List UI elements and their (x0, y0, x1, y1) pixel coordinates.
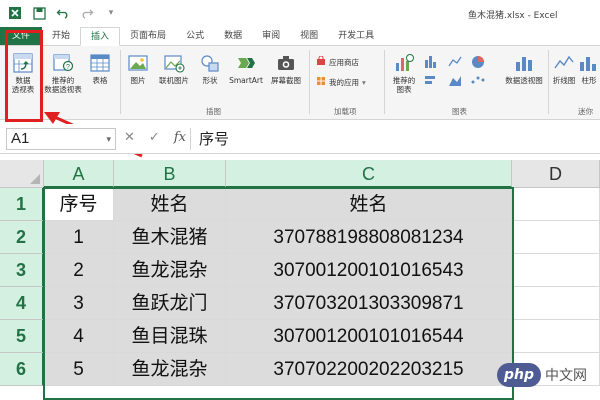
insert-function-icon[interactable]: fx (174, 130, 186, 145)
row-header-4[interactable]: 4 (0, 287, 44, 320)
column-header-c[interactable]: C (226, 160, 512, 188)
cell-a6[interactable]: 5 (44, 353, 114, 386)
cell-c6[interactable]: 370702200202203215 (226, 353, 512, 386)
column-header-a[interactable]: A (44, 160, 114, 188)
formula-controls: ✕ ✓ fx (124, 130, 186, 145)
watermark-text: 中文网 (545, 368, 587, 384)
cell-a5[interactable]: 4 (44, 320, 114, 353)
cell-c4[interactable]: 370703201303309871 (226, 287, 512, 320)
cell-a2[interactable]: 1 (44, 221, 114, 254)
cell-b4[interactable]: 鱼跃龙门 (114, 287, 226, 320)
cell-a1[interactable]: 序号 (44, 188, 114, 221)
cell-c2[interactable]: 370788198808081234 (226, 221, 512, 254)
cell-a4[interactable]: 3 (44, 287, 114, 320)
php-logo: php (497, 363, 541, 387)
chevron-down-icon[interactable]: ▾ (106, 129, 111, 149)
cell-b6[interactable]: 鱼龙混杂 (114, 353, 226, 386)
cell-d4[interactable] (512, 287, 600, 320)
cell-c3[interactable]: 307001200101016543 (226, 254, 512, 287)
row-header-3[interactable]: 3 (0, 254, 44, 287)
cell-c5[interactable]: 307001200101016544 (226, 320, 512, 353)
cell-d5[interactable] (512, 320, 600, 353)
cell-d3[interactable] (512, 254, 600, 287)
formula-input[interactable]: 序号 (190, 128, 598, 150)
cell-b3[interactable]: 鱼龙混杂 (114, 254, 226, 287)
select-all-corner[interactable] (0, 160, 44, 188)
column-header-d[interactable]: D (512, 160, 600, 188)
formula-bar: A1 ▾ ✕ ✓ fx 序号 (0, 124, 600, 154)
row-header-5[interactable]: 5 (0, 320, 44, 353)
row-header-2[interactable]: 2 (0, 221, 44, 254)
cancel-icon[interactable]: ✕ (124, 130, 135, 145)
cell-d2[interactable] (512, 221, 600, 254)
cell-a3[interactable]: 2 (44, 254, 114, 287)
name-box-value: A1 (11, 130, 30, 147)
cell-b1[interactable]: 姓名 (114, 188, 226, 221)
row-header-1[interactable]: 1 (0, 188, 44, 221)
cell-c1[interactable]: 姓名 (226, 188, 512, 221)
enter-icon[interactable]: ✓ (149, 130, 160, 145)
column-header-b[interactable]: B (114, 160, 226, 188)
row-header-6[interactable]: 6 (0, 353, 44, 386)
cell-b5[interactable]: 鱼目混珠 (114, 320, 226, 353)
cell-d1[interactable] (512, 188, 600, 221)
name-box[interactable]: A1 ▾ (6, 128, 116, 150)
site-watermark: php 中文网 (497, 363, 587, 387)
cell-b2[interactable]: 鱼木混猪 (114, 221, 226, 254)
